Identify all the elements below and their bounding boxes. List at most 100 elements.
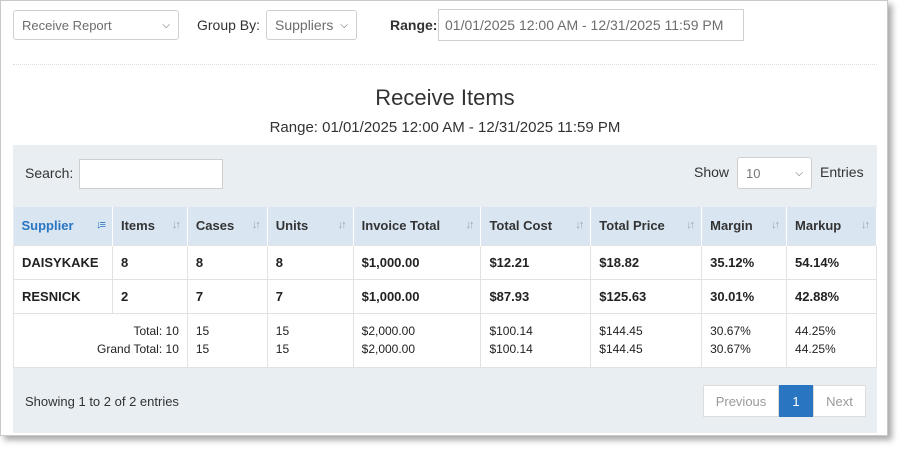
cell-invoice-total: $1,000.00 — [352, 278, 482, 314]
chevron-down-icon: ⌵ — [162, 19, 170, 31]
cell-margin: 35.12% — [701, 244, 788, 280]
report-type-select[interactable]: Receive Report ⌵ — [13, 10, 179, 40]
totals-markup-cell: 44.25% 44.25% — [786, 312, 877, 368]
total-value: $100.14 — [489, 324, 533, 338]
column-label: Total Price — [599, 218, 665, 234]
show-label: Show — [694, 164, 730, 180]
report-title: Receive Items — [375, 85, 515, 110]
column-header-supplier[interactable]: Supplier ↓≡ — [13, 207, 113, 245]
sort-icon: ↓↑ — [337, 219, 347, 231]
range-input[interactable]: 01/01/2025 12:00 AM - 12/31/2025 11:59 P… — [438, 9, 744, 41]
cell-total-price: $125.63 — [590, 278, 703, 314]
sort-icon: ↓↑ — [861, 219, 870, 231]
table-header-row: Supplier ↓≡ Items ↓↑ Cases ↓↑ Units ↓↑ Invoi… — [13, 207, 877, 245]
search-label: Search: — [25, 165, 74, 181]
cell-total-cost: $12.21 — [480, 244, 592, 280]
search-input[interactable] — [79, 159, 223, 189]
cell-total-price: $18.82 — [590, 244, 703, 280]
sort-icon: ↓↑ — [575, 219, 584, 231]
entries-select[interactable]: 10 ⌵ — [737, 157, 812, 189]
cell-cases: 8 — [186, 244, 268, 280]
entries-value: 10 — [746, 165, 761, 181]
total-value: 44.25% — [795, 324, 836, 338]
report-subtitle: Range: 01/01/2025 12:00 AM - 12/31/2025 … — [269, 119, 621, 136]
group-by-label: Group By: — [197, 17, 261, 33]
column-label: Items — [120, 218, 155, 234]
grand-total-value: $100.14 — [489, 342, 533, 356]
group-by-select[interactable]: Suppliers ⌵ — [266, 10, 357, 40]
totals-label-cell: Total: 10 Grand Total: 10 — [13, 312, 188, 368]
cell-items: 2 — [111, 278, 188, 314]
grand-total-value: 44.25% — [795, 342, 836, 356]
cell-total-cost: $87.93 — [480, 278, 592, 314]
cell-items: 8 — [111, 244, 188, 280]
column-label: Units — [275, 218, 309, 234]
totals-cost-cell: $100.14 $100.14 — [480, 312, 592, 368]
pagination: Previous 1 Next — [703, 385, 866, 417]
chevron-down-icon: ⌵ — [340, 19, 348, 31]
chevron-down-icon: ⌵ — [795, 167, 803, 179]
column-header-invoice-total[interactable]: Invoice Total ↓↑ — [353, 207, 482, 245]
column-label: Supplier — [21, 218, 74, 234]
column-label: Markup — [795, 218, 842, 234]
sort-icon: ↓↑ — [465, 219, 474, 231]
total-value: $2,000.00 — [361, 324, 416, 338]
sort-desc-icon: ↓≡ — [96, 219, 106, 231]
report-type-value: Receive Report — [22, 17, 112, 33]
column-label: Margin — [710, 218, 753, 234]
totals-row: Total: 10 Grand Total: 10 15 15 15 15 $2,0… — [13, 312, 877, 368]
total-value: 30.67% — [710, 324, 751, 338]
sort-icon: ↓↑ — [171, 219, 181, 231]
grand-total-value: 15 — [195, 342, 210, 356]
cell-markup: 42.88% — [786, 278, 877, 314]
total-label: Total: 10 — [133, 324, 179, 338]
column-label: Cases — [195, 218, 235, 234]
totals-margin-cell: 30.67% 30.67% — [701, 312, 788, 368]
total-value: $144.45 — [599, 324, 643, 338]
column-header-margin[interactable]: Margin ↓↑ — [701, 207, 788, 245]
grand-total-value: 30.67% — [710, 342, 751, 356]
page-1-button[interactable]: 1 — [779, 385, 813, 417]
grand-total-value: $144.45 — [599, 342, 643, 356]
table-row: RESNICK 2 7 7 $1,000.00 $87.93 $125.63 3… — [13, 278, 877, 314]
group-by-value: Suppliers — [275, 17, 334, 33]
column-header-markup[interactable]: Markup ↓↑ — [786, 207, 877, 245]
receive-items-table: Supplier ↓≡ Items ↓↑ Cases ↓↑ Units ↓↑ Invoi… — [13, 207, 877, 368]
grand-total-value: $2,000.00 — [361, 342, 416, 356]
column-label: Total Cost — [489, 218, 553, 234]
total-value: 15 — [195, 324, 210, 338]
column-header-items[interactable]: Items ↓↑ — [112, 207, 188, 245]
showing-entries-text: Showing 1 to 2 of 2 entries — [25, 394, 179, 409]
column-header-total-cost[interactable]: Total Cost ↓↑ — [480, 207, 592, 245]
cell-invoice-total: $1,000.00 — [352, 244, 482, 280]
cell-units: 7 — [266, 278, 354, 314]
cell-markup: 54.14% — [786, 244, 877, 280]
cell-cases: 7 — [186, 278, 268, 314]
cell-margin: 30.01% — [701, 278, 788, 314]
sort-icon: ↓↑ — [771, 219, 780, 231]
column-header-units[interactable]: Units ↓↑ — [267, 207, 354, 245]
total-value: 15 — [275, 324, 290, 338]
table-panel: Search: Show 10 ⌵ Entries Supplier ↓≡ Ite… — [13, 145, 877, 433]
table-row: DAISYKAKE 8 8 8 $1,000.00 $12.21 $18.82 … — [13, 244, 877, 280]
range-input-value: 01/01/2025 12:00 AM - 12/31/2025 11:59 P… — [445, 17, 724, 33]
cell-supplier: RESNICK — [13, 278, 113, 314]
cell-supplier: DAISYKAKE — [13, 244, 113, 280]
totals-invoice-cell: $2,000.00 $2,000.00 — [352, 312, 482, 368]
totals-price-cell: $144.45 $144.45 — [590, 312, 703, 368]
column-header-total-price[interactable]: Total Price ↓↑ — [590, 207, 703, 245]
entries-label: Entries — [820, 164, 864, 180]
grand-total-value: 15 — [275, 342, 290, 356]
range-label: Range: — [390, 17, 438, 33]
column-label: Invoice Total — [361, 218, 441, 234]
column-header-cases[interactable]: Cases ↓↑ — [187, 207, 268, 245]
previous-page-button[interactable]: Previous — [703, 385, 779, 417]
divider — [13, 64, 877, 65]
totals-units-cell: 15 15 — [266, 312, 354, 368]
sort-icon: ↓↑ — [686, 219, 695, 231]
cell-units: 8 — [266, 244, 354, 280]
totals-cases-cell: 15 15 — [186, 312, 268, 368]
sort-icon: ↓↑ — [251, 219, 261, 231]
report-window: Receive Report ⌵ Group By: Suppliers ⌵ R… — [0, 0, 888, 436]
next-page-button[interactable]: Next — [813, 385, 866, 417]
